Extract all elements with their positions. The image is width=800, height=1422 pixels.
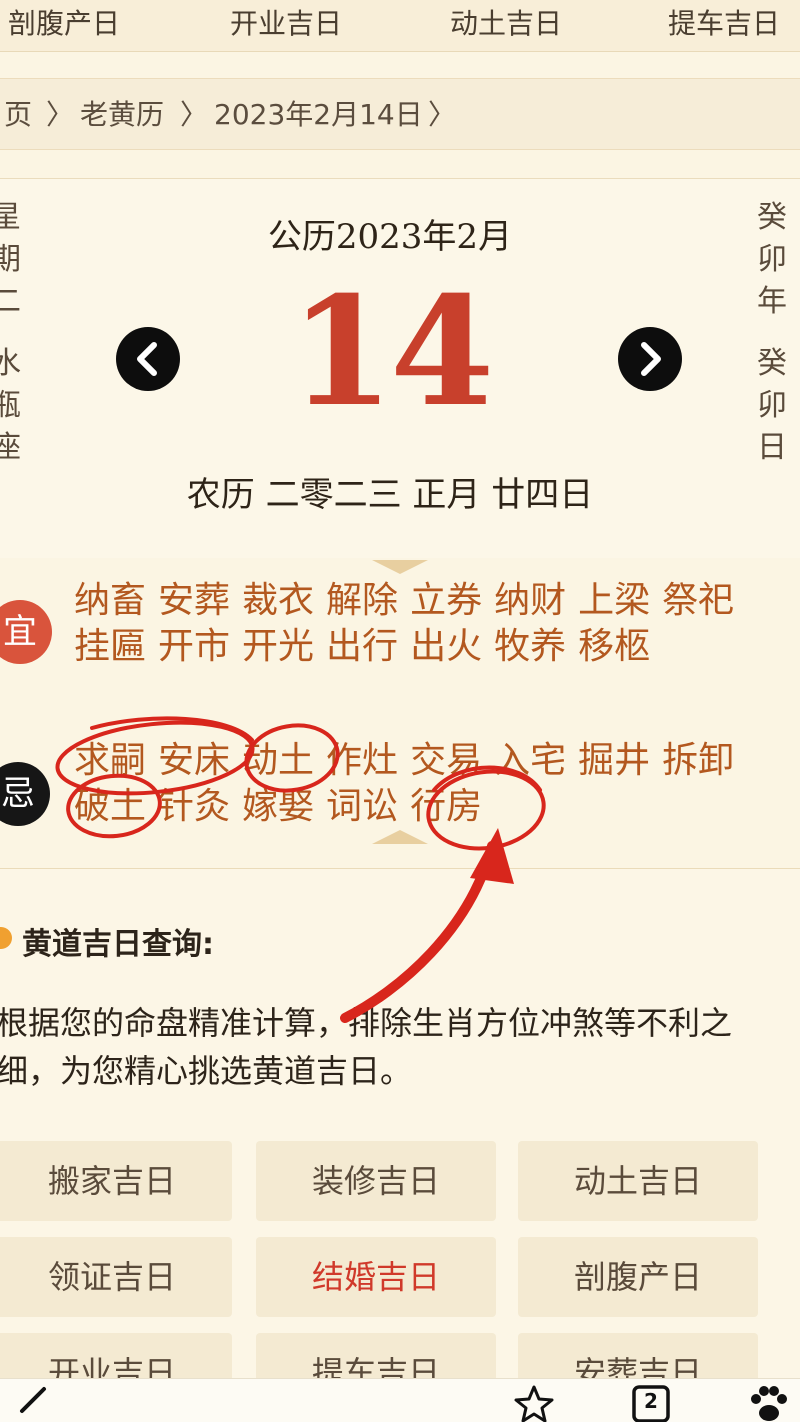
query-description: 根据您的命盘精准计算，排除生肖方位冲煞等不利之 细，为您精心挑选黄道吉日。 (0, 1004, 733, 1090)
ganzhi-column: 癸 卯 年 癸 卯 日 (757, 200, 787, 465)
suitable-badge: 宜 (0, 600, 52, 664)
activity-item: 拆卸 (662, 740, 735, 781)
activity-item: 交易 (410, 740, 483, 781)
caesarean-day-button[interactable]: 剖腹产日 (518, 1237, 758, 1317)
activity-item: 出行 (326, 626, 399, 667)
suitable-activities-row-1: 纳畜 安葬 裁衣 解除 立券 纳财 上梁 祭祀 (74, 578, 746, 624)
activity-item: 纳财 (494, 580, 567, 621)
activity-item: 安床 (158, 740, 231, 781)
avoid-badge: 忌 (0, 762, 50, 826)
tab-business-opening-day[interactable]: 开业吉日 (230, 4, 342, 44)
annotation-stroke (90, 716, 254, 742)
tab-count-button[interactable]: 2 (630, 1383, 672, 1422)
breadcrumb-current-date: 2023年2月14日 (214, 98, 423, 131)
groundbreaking-day-button[interactable]: 动土吉日 (518, 1141, 758, 1221)
lucky-day-query-section: 黄道吉日查询: 根据您的命盘精准计算，排除生肖方位冲煞等不利之 细，为您精心挑选… (0, 868, 800, 1422)
breadcrumb-almanac[interactable]: 老黄历 (80, 97, 164, 133)
paw-icon[interactable] (746, 1383, 790, 1422)
suitable-activities-row-2: 挂匾 开市 开光 出行 出火 牧养 移柩 (74, 624, 662, 670)
breadcrumb-separator: 〉 (46, 98, 75, 131)
activity-item: 纳畜 (74, 580, 147, 621)
avoid-activities-row-1: 求嗣 安床 动土 作灶 交易 入宅 掘井 拆卸 (74, 738, 746, 784)
moving-day-button[interactable]: 搬家吉日 (0, 1141, 232, 1221)
activity-item: 掘井 (578, 740, 651, 781)
breadcrumb: 页 〉 老黄历 〉 2023年2月14日 〉 (0, 78, 800, 150)
bottom-toolbar: 2 (0, 1378, 800, 1422)
activity-item: 上梁 (578, 580, 651, 621)
wedding-day-button[interactable]: 结婚吉日 (256, 1237, 496, 1317)
activity-item: 解除 (326, 580, 399, 621)
tab-count: 2 (644, 1389, 658, 1413)
tab-car-pickup-day[interactable]: 提车吉日 (668, 4, 780, 44)
activity-item: 祭祀 (662, 580, 735, 621)
activity-item: 动土 (242, 740, 315, 781)
activity-item: 立券 (410, 580, 483, 621)
back-arrow-icon[interactable] (14, 1383, 50, 1419)
activity-item: 针灸 (158, 786, 231, 827)
activity-item: 开光 (242, 626, 315, 667)
solar-month-title: 公历2023年2月 (267, 217, 513, 257)
activity-item: 入宅 (494, 740, 567, 781)
activity-item: 挂匾 (74, 626, 147, 667)
activity-item: 求嗣 (74, 740, 147, 781)
chevron-right-icon (641, 342, 661, 376)
tab-groundbreaking-day[interactable]: 动土吉日 (450, 4, 562, 44)
breadcrumb-separator: 〉 (180, 98, 209, 131)
divider-ornament-icon (372, 560, 428, 574)
lunar-date: 农历 二零二三 正月 廿四日 (186, 475, 594, 515)
activity-item: 作灶 (326, 740, 399, 781)
activity-item: 行房 (410, 786, 483, 827)
query-title: 黄道吉日查询: (22, 927, 214, 962)
activity-item: 开市 (158, 626, 231, 667)
tab-caesarean-day[interactable]: 剖腹产日 (8, 4, 120, 44)
top-tab-bar: 剖腹产日 开业吉日 动土吉日 提车吉日 (0, 0, 800, 52)
divider-ornament-icon (372, 830, 428, 844)
calendar-card: 星 期 二 水 瓶 座 公历2023年2月 14 农历 二零二三 正月 廿四日 … (0, 178, 800, 558)
activity-item: 牧养 (494, 626, 567, 667)
activity-item: 安葬 (158, 580, 231, 621)
activity-item: 出火 (410, 626, 483, 667)
activity-item: 破土 (74, 786, 147, 827)
next-day-button[interactable] (618, 327, 682, 391)
marriage-license-day-button[interactable]: 领证吉日 (0, 1237, 232, 1317)
activity-item: 移柩 (578, 626, 651, 667)
breadcrumb-home[interactable]: 页 (4, 97, 32, 133)
activity-item: 词讼 (326, 786, 399, 827)
star-bookmark-icon[interactable] (514, 1383, 554, 1422)
renovation-day-button[interactable]: 装修吉日 (256, 1141, 496, 1221)
bullet-dot-icon (0, 927, 12, 949)
breadcrumb-separator: 〉 (428, 98, 457, 131)
activity-item: 裁衣 (242, 580, 315, 621)
activity-item: 嫁娶 (242, 786, 315, 827)
avoid-activities-row-2: 破土 针灸 嫁娶 词讼 行房 (74, 784, 494, 830)
